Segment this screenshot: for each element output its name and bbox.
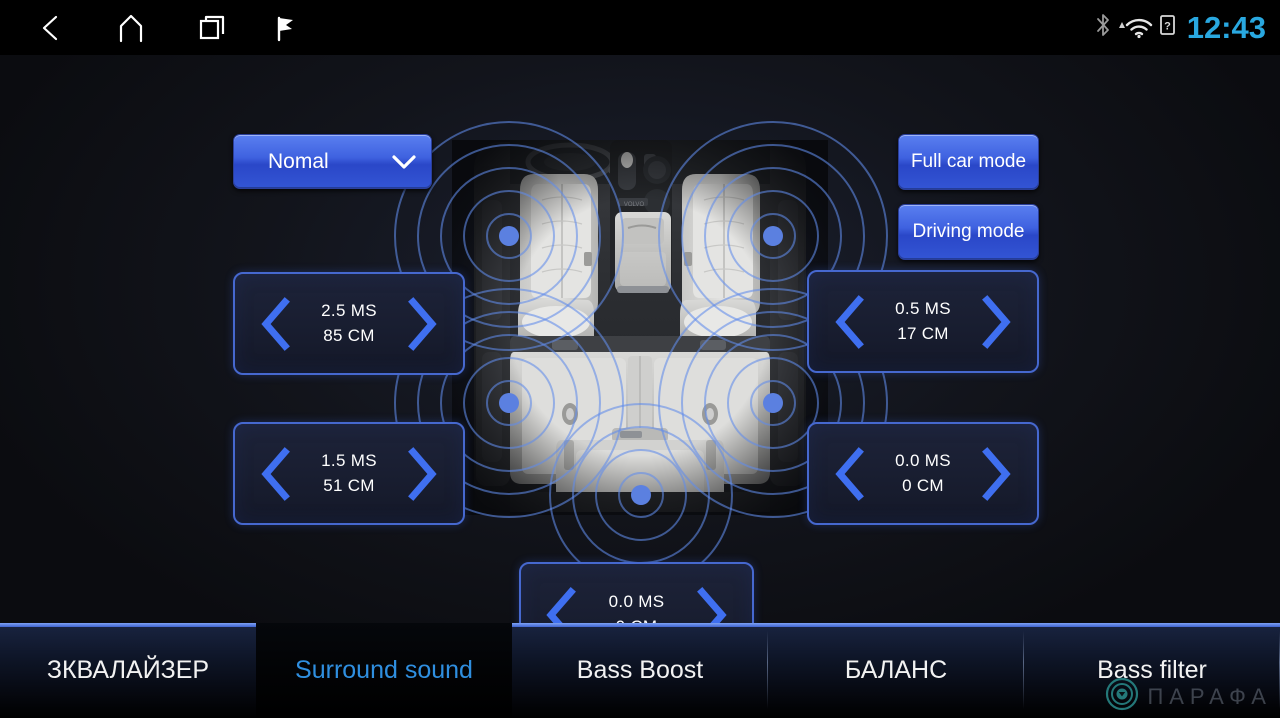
surround-sound-screen: ? 12:43 Nomal Full car mode Driving mode… — [0, 0, 1280, 718]
front-left-delay-panel: 2.5 MS 85 CM — [233, 272, 465, 375]
tab-balance[interactable]: БАЛАНС — [768, 623, 1024, 718]
car-interior-image: VOLVO — [452, 140, 828, 515]
sim-unknown-icon: ? — [1159, 15, 1175, 40]
front-left-ms: 2.5 MS — [321, 301, 377, 321]
rear-left-ms: 1.5 MS — [321, 451, 377, 471]
subwoofer-increase-button[interactable] — [688, 584, 734, 623]
rear-left-cm: 51 CM — [323, 475, 375, 495]
status-bar: ? 12:43 — [0, 0, 1280, 55]
rear-right-values: 0.0 MS 0 CM — [873, 449, 973, 497]
sound-preset-dropdown[interactable]: Nomal — [233, 134, 432, 189]
flag-icon[interactable] — [262, 0, 308, 55]
subwoofer-cm: 0 CM — [585, 615, 688, 624]
rear-right-ms: 0.0 MS — [895, 451, 951, 471]
main-content: VOLVO — [0, 55, 1280, 623]
rear-left-delay-panel: 1.5 MS 51 CM — [233, 422, 465, 525]
tab-bass-boost-label: Bass Boost — [576, 656, 704, 684]
subwoofer-delay-panel: 0.0 MS 0 CM — [519, 562, 754, 623]
driving-mode-button[interactable]: Driving mode — [898, 204, 1039, 260]
driving-mode-label: Driving mode — [912, 221, 1025, 242]
chevron-down-icon — [391, 154, 417, 170]
full-car-mode-label: Full car mode — [910, 151, 1027, 172]
bluetooth-icon — [1096, 12, 1111, 43]
rear-right-decrease-button[interactable] — [827, 443, 873, 505]
tab-equalizer[interactable]: ЗКВАЛАЙЗЕР — [0, 623, 256, 718]
rear-left-values: 1.5 MS 51 CM — [299, 449, 399, 497]
subwoofer-ms: 0.0 MS — [608, 592, 665, 612]
car-interior-diagram: VOLVO — [394, 121, 888, 587]
subwoofer-decrease-button[interactable] — [539, 584, 585, 623]
front-right-values: 0.5 MS 17 CM — [873, 297, 973, 345]
front-left-increase-button[interactable] — [399, 293, 445, 355]
front-right-cm: 17 CM — [897, 323, 949, 343]
sound-preset-value: Nomal — [268, 149, 329, 173]
front-right-decrease-button[interactable] — [827, 291, 873, 353]
svg-text:?: ? — [1164, 21, 1171, 33]
tab-balance-label: БАЛАНС — [844, 656, 948, 684]
front-right-increase-button[interactable] — [973, 291, 1019, 353]
front-left-values: 2.5 MS 85 CM — [299, 299, 399, 347]
home-icon[interactable] — [105, 0, 157, 55]
status-icons-group: ? 12:43 — [1096, 0, 1266, 55]
tab-bass-filter[interactable]: Bass filter — [1024, 623, 1280, 718]
full-car-mode-button[interactable]: Full car mode — [898, 134, 1039, 190]
tab-equalizer-label: ЗКВАЛАЙЗЕР — [46, 656, 210, 684]
tab-bass-boost[interactable]: Bass Boost — [512, 623, 768, 718]
tab-surround-sound[interactable]: Surround sound — [256, 623, 512, 718]
wifi-icon — [1118, 17, 1153, 39]
rear-right-delay-panel: 0.0 MS 0 CM — [807, 422, 1039, 525]
tab-bass-filter-label: Bass filter — [1097, 656, 1207, 684]
front-right-ms: 0.5 MS — [895, 299, 951, 319]
status-clock: 12:43 — [1186, 10, 1266, 45]
tab-surround-sound-label: Surround sound — [295, 656, 473, 684]
back-icon[interactable] — [24, 0, 76, 55]
front-right-delay-panel: 0.5 MS 17 CM — [807, 270, 1039, 373]
rear-left-decrease-button[interactable] — [253, 443, 299, 505]
subwoofer-values: 0.0 MS 0 CM — [585, 590, 688, 623]
rear-right-increase-button[interactable] — [973, 443, 1019, 505]
recents-icon[interactable] — [186, 0, 238, 55]
front-left-cm: 85 CM — [323, 325, 375, 345]
rear-right-cm: 0 CM — [902, 475, 944, 495]
rear-left-increase-button[interactable] — [399, 443, 445, 505]
front-left-decrease-button[interactable] — [253, 293, 299, 355]
bottom-tab-bar: ЗКВАЛАЙЗЕР Surround sound Bass Boost БАЛ… — [0, 623, 1280, 718]
